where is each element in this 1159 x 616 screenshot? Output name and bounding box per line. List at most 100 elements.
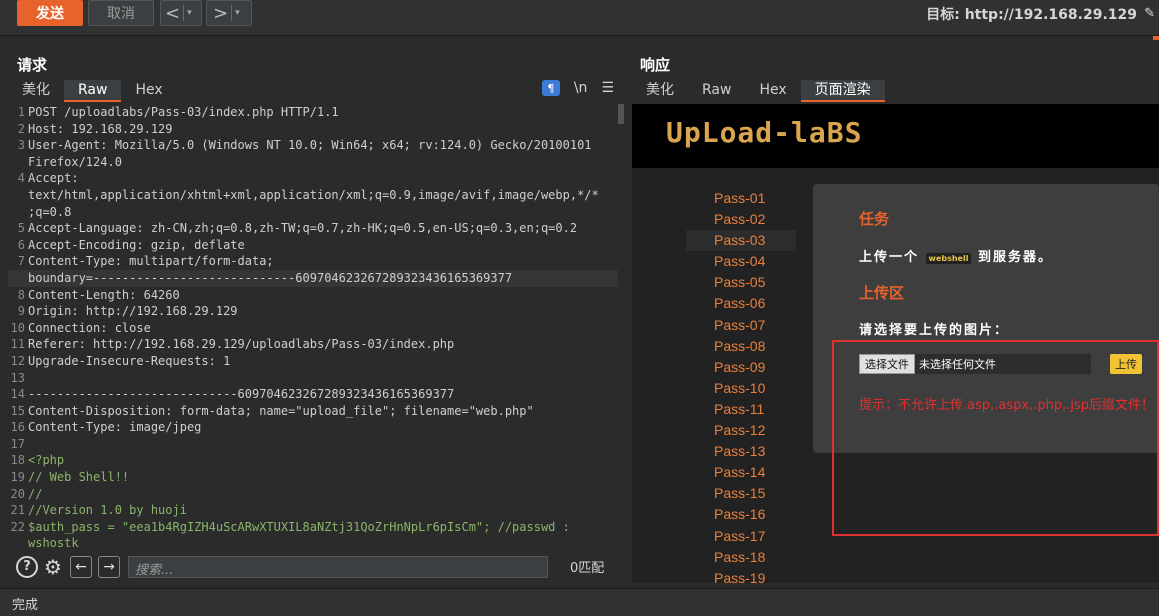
code-line[interactable]: ;q=0.8 [8, 204, 618, 221]
code-line[interactable]: 18 <?php [8, 452, 618, 469]
code-line[interactable]: 12 Upgrade-Insecure-Requests: 1 [8, 353, 618, 370]
history-back-button[interactable]: < ▾ [160, 0, 202, 26]
top-toolbar: 发送 取消 < ▾ > ▾ 目标: http://192.168.29.129 … [0, 0, 1159, 36]
request-tab-0[interactable]: 美化 [8, 80, 64, 102]
code-line[interactable]: 22 $auth_pass = "eea1b4RgIZH4uScARwXTUXIL… [8, 519, 618, 536]
status-text: 完成 [12, 598, 39, 613]
send-button[interactable]: 发送 [17, 0, 83, 26]
response-pane: 响应 美化 Raw Hex 页面渲染 UpLoad-laBS Pass-01 Pass-… [632, 40, 1159, 583]
code-line[interactable]: 11 Referer: http://192.168.29.129/uploadl… [8, 336, 618, 353]
response-tab-2[interactable]: Hex [745, 80, 800, 102]
edit-target-icon[interactable]: ✎ [1144, 6, 1155, 21]
code-line[interactable]: 3 User-Agent: Mozilla/5.0 (Windows NT 10.… [8, 137, 618, 154]
code-text: Connection: close [28, 320, 151, 335]
code-line[interactable]: 21//Version 1.0 by huoji [8, 502, 618, 519]
code-line[interactable]: 2 Host: 192.168.29.129 [8, 121, 618, 138]
code-line[interactable]: 10 Connection: close [8, 320, 618, 337]
cancel-button[interactable]: 取消 [88, 0, 154, 26]
line-number: 16 [10, 420, 25, 435]
search-next-button[interactable]: → [97, 555, 120, 578]
code-line[interactable]: 8 Content-Length: 64260 [8, 287, 618, 304]
code-line[interactable]: 20// [8, 486, 618, 503]
code-text: Host: 192.168.29.129 [28, 121, 173, 136]
upload-area-title: 上传区 [859, 284, 905, 302]
code-line[interactable]: Firefox/124.0 [8, 154, 618, 171]
wrap-lines-icon[interactable]: ¶ [541, 80, 560, 96]
line-number: 11 [10, 337, 25, 352]
search-input[interactable]: 搜索... [127, 555, 548, 578]
divider [183, 5, 185, 21]
chevron-down-icon[interactable]: ▾ [187, 8, 192, 18]
pass-link[interactable]: Pass-04 [714, 251, 796, 272]
code-text: // [28, 486, 43, 501]
code-line[interactable]: 4 Accept: [8, 170, 618, 187]
response-tab-3[interactable]: 页面渲染 [800, 80, 885, 102]
code-line[interactable]: wshostk [8, 535, 618, 550]
pass-link[interactable]: Pass-15 [714, 483, 796, 504]
code-text: Content-Length: 64260 [28, 287, 180, 302]
response-title: 响应 [640, 56, 671, 74]
request-tab-1[interactable]: Raw [64, 80, 122, 102]
code-line[interactable]: 14 -----------------------------609704623… [8, 386, 618, 403]
code-line[interactable]: 15 Content-Disposition: form-data; name="… [8, 403, 618, 420]
request-editor[interactable]: 1 POST /uploadlabs/Pass-03/index.php HTTP… [8, 104, 618, 550]
line-number: 4 [17, 171, 25, 186]
code-text: -----------------------------60970462326… [28, 387, 455, 402]
line-number: 19 [10, 470, 25, 485]
code-line[interactable]: 7 Content-Type: multipart/form-data; [8, 253, 618, 270]
pass-link[interactable]: Pass-03 [686, 230, 796, 252]
task-title: 任务 [859, 210, 890, 228]
code-text: ;q=0.8 [28, 204, 72, 219]
pass-link[interactable]: Pass-10 [714, 378, 796, 399]
pass-link[interactable]: Pass-17 [714, 526, 796, 547]
code-line[interactable]: 13 [8, 370, 618, 387]
code-line[interactable]: 6 Accept-Encoding: gzip, deflate [8, 237, 618, 254]
line-number: 5 [17, 221, 25, 236]
code-line[interactable]: 17 [8, 436, 618, 453]
code-line[interactable]: 16 Content-Type: image/jpeg [8, 419, 618, 436]
chevron-down-icon[interactable]: ▾ [235, 8, 240, 18]
arrow-right-icon: → [103, 558, 115, 575]
pass-link[interactable]: Pass-11 [714, 399, 796, 420]
pass-link[interactable]: Pass-02 [714, 209, 796, 230]
pass-link[interactable]: Pass-05 [714, 272, 796, 293]
pass-link[interactable]: Pass-06 [714, 293, 796, 314]
code-line[interactable]: 9 Origin: http://192.168.29.129 [8, 303, 618, 320]
pass-link[interactable]: Pass-12 [714, 420, 796, 441]
pass-link[interactable]: Pass-16 [714, 504, 796, 525]
code-text: text/html,application/xhtml+xml,applicat… [28, 187, 599, 202]
match-count: 0匹配 [569, 561, 605, 576]
line-number: 9 [17, 304, 25, 319]
code-text: Referer: http://192.168.29.129/uploadlab… [28, 337, 455, 352]
pass-link[interactable]: Pass-14 [714, 462, 796, 483]
editor-scrollbar[interactable] [618, 104, 624, 124]
history-forward-button[interactable]: > ▾ [206, 0, 252, 26]
chevron-right-icon: > [213, 2, 229, 24]
pass-link[interactable]: Pass-18 [714, 547, 796, 568]
code-text: Accept: [28, 171, 79, 186]
code-line[interactable]: 19// Web Shell!! [8, 469, 618, 486]
code-text: Content-Type: image/jpeg [28, 420, 202, 435]
pass-link[interactable]: Pass-01 [714, 188, 796, 209]
pass-link[interactable]: Pass-08 [714, 336, 796, 357]
request-tab-2[interactable]: Hex [121, 80, 176, 102]
help-icon[interactable]: ? [16, 555, 38, 578]
pass-link[interactable]: Pass-19 [714, 568, 796, 583]
pass-link[interactable]: Pass-07 [714, 315, 796, 336]
pass-link[interactable]: Pass-13 [714, 441, 796, 462]
gear-icon[interactable]: ⚙ [44, 555, 62, 579]
pass-list: Pass-01 Pass-02 Pass-03 Pass-04 Pass-05 Pass-… [686, 188, 796, 583]
show-newlines-toggle[interactable]: \n [574, 80, 588, 96]
code-line[interactable]: 5 Accept-Language: zh-CN,zh;q=0.8,zh-TW;q… [8, 220, 618, 237]
code-line[interactable]: boundary=----------------------------609… [8, 269, 618, 287]
code-line[interactable]: text/html,application/xhtml+xml,applicat… [8, 187, 618, 204]
request-tools: ¶ \n ☰ [541, 80, 614, 96]
response-tab-1[interactable]: Raw [688, 80, 745, 102]
search-previous-button[interactable]: ← [69, 555, 92, 578]
webshell-chip: webshell [925, 253, 972, 264]
pass-link[interactable]: Pass-09 [714, 357, 796, 378]
menu-icon[interactable]: ☰ [601, 80, 614, 96]
target-label[interactable]: 目标: http://192.168.29.129 [926, 4, 1137, 24]
response-tab-0[interactable]: 美化 [632, 80, 688, 102]
code-line[interactable]: 1 POST /uploadlabs/Pass-03/index.php HTTP… [8, 104, 618, 121]
